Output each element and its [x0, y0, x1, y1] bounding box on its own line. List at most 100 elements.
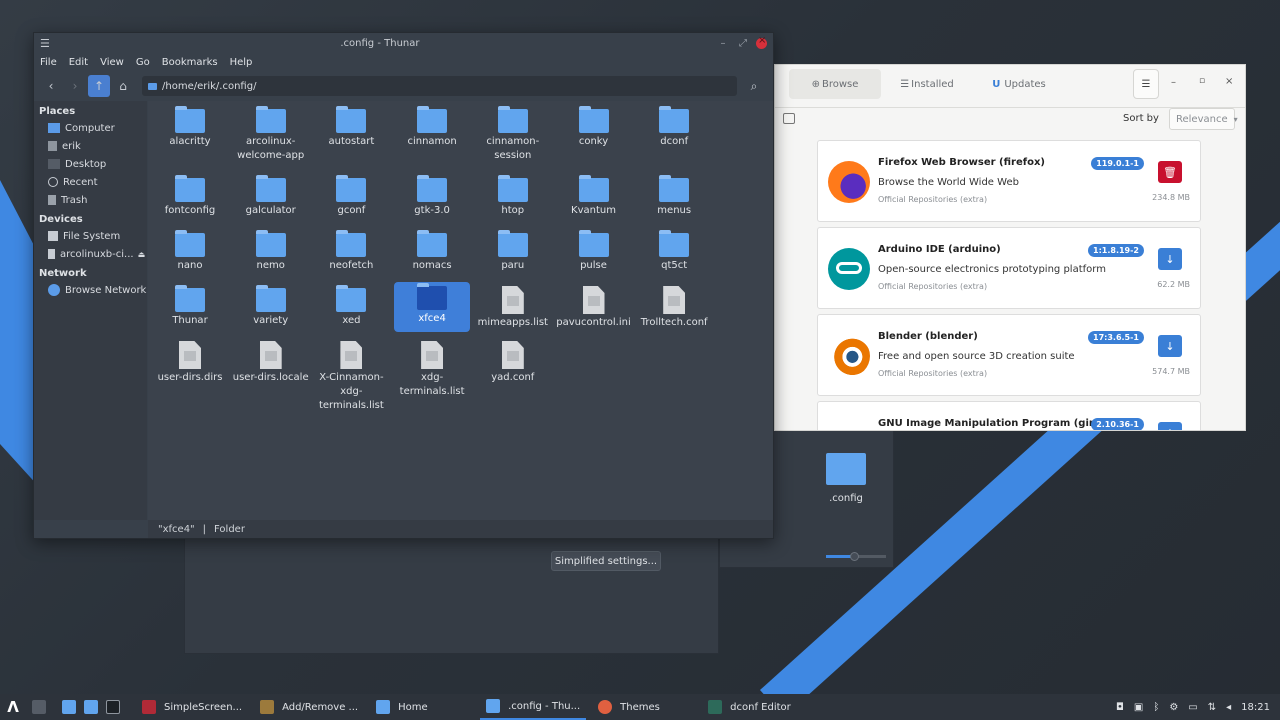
sidebar-item-computer[interactable]: Computer	[34, 119, 147, 137]
folder-item[interactable]: Thunar	[152, 284, 228, 328]
file-item[interactable]: Trolltech.conf	[636, 284, 712, 330]
search-button[interactable]: ⌕	[743, 75, 765, 97]
simplified-settings-button[interactable]: Simplified settings...	[551, 551, 661, 571]
folder-item[interactable]: xed	[313, 284, 389, 328]
install-button[interactable]: ↓	[1158, 335, 1182, 357]
folder-icon[interactable]	[826, 453, 866, 485]
folder-item[interactable]: cinnamon	[394, 105, 470, 149]
parent-folder-button[interactable]: ↑	[88, 75, 110, 97]
display-icon[interactable]: ▭	[1188, 702, 1197, 713]
folder-item[interactable]: menus	[636, 174, 712, 218]
package-row[interactable]: Blender (blender) Free and open source 3…	[817, 314, 1201, 396]
close-button[interactable]	[756, 35, 767, 49]
taskbar-app-simplescreenrecorder[interactable]: SimpleScreen...	[136, 694, 248, 720]
sidebar-toggle-icon[interactable]	[783, 113, 795, 124]
close-button[interactable]: ×	[1225, 76, 1233, 87]
folder-item[interactable]: alacritty	[152, 105, 228, 149]
remove-button[interactable]: 🗑	[1158, 161, 1182, 183]
folder-item[interactable]: nomacs	[394, 229, 470, 273]
folder-item[interactable]: autostart	[313, 105, 389, 149]
menu-file[interactable]: File	[40, 57, 57, 68]
clock[interactable]: 18:21	[1241, 702, 1270, 713]
show-desktop-icon[interactable]	[32, 700, 46, 714]
sidebar-item-recent[interactable]: Recent	[34, 173, 147, 191]
back-button[interactable]: ‹	[40, 75, 62, 97]
image-icon[interactable]: ▣	[1134, 702, 1143, 713]
sidebar-item-trash[interactable]: Trash	[34, 191, 147, 209]
folder-item[interactable]: htop	[475, 174, 551, 218]
sidebar-item-usb[interactable]: arcolinuxb-ci... ⏏	[34, 245, 147, 263]
taskbar-app-dconf[interactable]: dconf Editor	[702, 694, 797, 720]
window-menu-icon[interactable]: ☰	[40, 37, 50, 50]
folder-item[interactable]: neofetch	[313, 229, 389, 273]
file-item[interactable]: yad.conf	[475, 339, 551, 385]
camera-icon[interactable]: ◘	[1116, 702, 1124, 713]
menu-bookmarks[interactable]: Bookmarks	[162, 57, 218, 68]
hamburger-menu-button[interactable]: ☰	[1133, 69, 1159, 99]
bluetooth-icon[interactable]: ᛒ	[1153, 702, 1159, 713]
file-item[interactable]: xdg-terminals.list	[394, 339, 470, 399]
menu-edit[interactable]: Edit	[69, 57, 88, 68]
menu-view[interactable]: View	[100, 57, 124, 68]
network-icon[interactable]: ⇅	[1208, 702, 1216, 713]
sort-select[interactable]: Relevance ▾	[1169, 108, 1238, 130]
taskbar-app-home[interactable]: Home	[370, 694, 474, 720]
minimize-button[interactable]: –	[716, 38, 730, 49]
install-button[interactable]: ↓	[1158, 422, 1182, 430]
home-launcher-icon[interactable]	[84, 700, 98, 714]
file-item[interactable]: user-dirs.locale	[233, 339, 309, 385]
folder-item[interactable]: conky	[556, 105, 632, 149]
taskbar-app-thunar[interactable]: .config - Thu...	[480, 694, 587, 720]
folder-item[interactable]: galculator	[233, 174, 309, 218]
maximize-button[interactable]: ⤢	[736, 38, 750, 49]
folder-item[interactable]: dconf	[636, 105, 712, 149]
terminal-launcher-icon[interactable]	[106, 700, 120, 714]
package-description: Free and open source 3D creation suite	[878, 351, 1075, 362]
file-item[interactable]: user-dirs.dirs	[152, 339, 228, 385]
folder-item[interactable]: cinnamon-session	[475, 105, 551, 163]
window-titlebar[interactable]: ☰ .config - Thunar – ⤢	[34, 33, 773, 53]
sidebar-item-network[interactable]: Browse Network	[34, 281, 147, 299]
tab-updates[interactable]: U Updates	[973, 69, 1065, 99]
home-button[interactable]: ⌂	[112, 75, 134, 97]
folder-item[interactable]: Kvantum	[556, 174, 632, 218]
taskbar-app-add-remove[interactable]: Add/Remove ...	[254, 694, 364, 720]
file-item[interactable]: X-Cinnamon-xdg-terminals.list	[313, 339, 389, 413]
sidebar-item-home[interactable]: erik	[34, 137, 147, 155]
package-row[interactable]: GNU Image Manipulation Program (gimp) 2.…	[817, 401, 1201, 430]
folder-icon	[336, 106, 367, 133]
forward-button[interactable]: ›	[64, 75, 86, 97]
sidebar-item-desktop[interactable]: Desktop	[34, 155, 147, 173]
folder-item[interactable]: paru	[475, 229, 551, 273]
folder-item[interactable]: xfce4	[394, 282, 471, 332]
location-bar[interactable]: /home/erik/.config/	[142, 76, 737, 96]
menu-go[interactable]: Go	[136, 57, 150, 68]
maximize-button[interactable]: ▫	[1199, 76, 1205, 86]
package-row[interactable]: Arduino IDE (arduino) Open-source electr…	[817, 227, 1201, 309]
gear-icon[interactable]: ⚙	[1169, 702, 1178, 713]
file-item[interactable]: mimeapps.list	[475, 284, 551, 330]
folder-item[interactable]: pulse	[556, 229, 632, 273]
start-menu-button[interactable]: Λ	[0, 694, 26, 720]
tab-installed[interactable]: ☰ Installed	[881, 69, 973, 99]
install-button[interactable]: ↓	[1158, 248, 1182, 270]
folder-item[interactable]: nano	[152, 229, 228, 273]
taskbar-app-themes[interactable]: Themes	[592, 694, 696, 720]
zoom-slider[interactable]	[826, 552, 886, 561]
menu-help[interactable]: Help	[230, 57, 253, 68]
package-row[interactable]: Firefox Web Browser (firefox) Browse the…	[817, 140, 1201, 222]
minimize-button[interactable]: –	[1171, 77, 1176, 88]
volume-icon[interactable]: ◂	[1226, 702, 1231, 713]
folder-item[interactable]: variety	[233, 284, 309, 328]
tab-browse[interactable]: ⊕ Browse	[789, 69, 881, 99]
files-launcher-icon[interactable]	[62, 700, 76, 714]
sidebar-item-filesystem[interactable]: File System	[34, 227, 147, 245]
folder-item[interactable]: gtk-3.0	[394, 174, 470, 218]
file-item[interactable]: pavucontrol.ini	[556, 284, 632, 330]
folder-item[interactable]: nemo	[233, 229, 309, 273]
folder-item[interactable]: fontconfig	[152, 174, 228, 218]
folder-item[interactable]: arcolinux-welcome-app	[233, 105, 309, 163]
folder-item[interactable]: qt5ct	[636, 229, 712, 273]
eject-icon[interactable]: ⏏	[138, 250, 146, 259]
folder-item[interactable]: gconf	[313, 174, 389, 218]
